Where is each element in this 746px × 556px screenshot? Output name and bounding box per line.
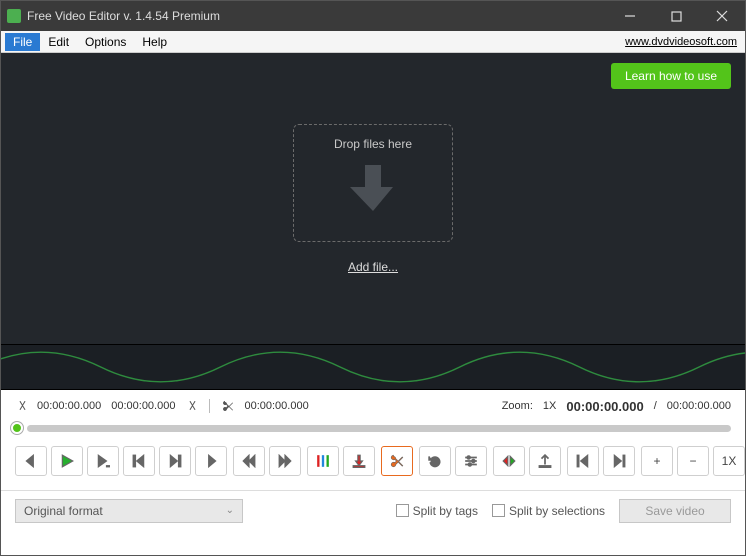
step-fwd-button[interactable] <box>159 446 191 476</box>
scrubber[interactable] <box>1 416 745 446</box>
markers-button[interactable] <box>307 446 339 476</box>
maximize-button[interactable] <box>653 1 699 31</box>
separator <box>209 399 210 413</box>
step-back-button[interactable] <box>123 446 155 476</box>
titlebar: Free Video Editor v. 1.4.54 Premium <box>1 1 745 31</box>
prev-button[interactable] <box>15 446 47 476</box>
split-tags-checkbox[interactable]: Split by tags <box>396 504 478 518</box>
menu-edit[interactable]: Edit <box>40 33 77 51</box>
drop-zone[interactable]: Drop files here <box>293 124 453 242</box>
learn-button[interactable]: Learn how to use <box>611 63 731 89</box>
skip-end-button[interactable] <box>269 446 301 476</box>
menu-options[interactable]: Options <box>77 33 134 51</box>
cut-button[interactable] <box>381 446 413 476</box>
format-dropdown[interactable]: Original format ⌄ <box>15 499 243 523</box>
minimize-button[interactable] <box>607 1 653 31</box>
transport-toolbar: + − 1X <box>1 446 745 490</box>
play-button[interactable] <box>51 446 83 476</box>
goto-start-button[interactable] <box>567 446 599 476</box>
bottom-bar: Original format ⌄ Split by tags Split by… <box>1 490 745 530</box>
download-button[interactable] <box>343 446 375 476</box>
close-button[interactable] <box>699 1 745 31</box>
skip-start-button[interactable] <box>233 446 265 476</box>
cut-time: 00:00:00.000 <box>244 400 308 412</box>
checkbox-icon <box>492 504 505 517</box>
goto-end-button[interactable] <box>603 446 635 476</box>
mark-out-time: 00:00:00.000 <box>111 400 175 412</box>
menu-help[interactable]: Help <box>134 33 175 51</box>
chevron-down-icon: ⌄ <box>226 505 234 516</box>
zoom-reset-button[interactable]: 1X <box>713 446 745 476</box>
add-file-link[interactable]: Add file... <box>348 260 398 274</box>
split-selections-checkbox[interactable]: Split by selections <box>492 504 605 518</box>
video-canvas: Learn how to use Drop files here Add fil… <box>1 53 745 344</box>
format-value: Original format <box>24 504 103 518</box>
zoom-label: Zoom: <box>502 400 533 412</box>
delete-selection-button[interactable] <box>529 446 561 476</box>
scissors-cut-icon <box>222 400 234 412</box>
next-button[interactable] <box>195 446 227 476</box>
zoom-value: 1X <box>543 400 556 412</box>
menubar: File Edit Options Help www.dvdvideosoft.… <box>1 31 745 53</box>
checkbox-icon <box>396 504 409 517</box>
current-time: 00:00:00.000 <box>566 399 643 414</box>
app-logo-icon <box>7 9 21 23</box>
zoom-out-button[interactable]: − <box>677 446 709 476</box>
time-slash: / <box>654 400 657 412</box>
split-selections-label: Split by selections <box>509 504 605 518</box>
arrow-down-icon <box>350 163 396 213</box>
timecode-bar: 00:00:00.000 00:00:00.000 00:00:00.000 Z… <box>1 390 745 416</box>
waveform[interactable] <box>1 344 745 390</box>
rotate-button[interactable] <box>419 446 451 476</box>
drop-label: Drop files here <box>334 137 412 151</box>
mark-in-time: 00:00:00.000 <box>37 400 101 412</box>
menu-file[interactable]: File <box>5 33 40 51</box>
scissors-right-icon <box>185 400 197 412</box>
settings-button[interactable] <box>455 446 487 476</box>
trim-in-button[interactable] <box>493 446 525 476</box>
play-range-button[interactable] <box>87 446 119 476</box>
scrubber-track[interactable] <box>27 425 731 432</box>
site-link[interactable]: www.dvdvideosoft.com <box>625 36 741 48</box>
scissors-left-icon <box>15 400 27 412</box>
total-time: 00:00:00.000 <box>667 400 731 412</box>
split-tags-label: Split by tags <box>413 504 478 518</box>
scrubber-handle[interactable] <box>11 422 23 434</box>
zoom-in-button[interactable]: + <box>641 446 673 476</box>
save-video-button[interactable]: Save video <box>619 499 731 523</box>
window-title: Free Video Editor v. 1.4.54 Premium <box>27 9 607 23</box>
